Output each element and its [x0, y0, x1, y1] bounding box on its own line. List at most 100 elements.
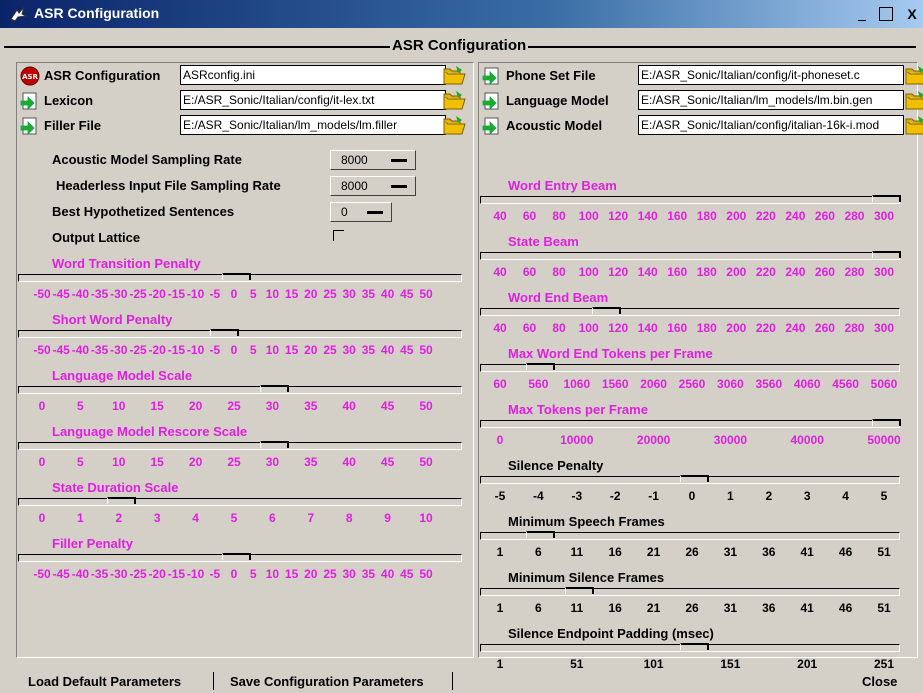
slider-track[interactable] [480, 531, 900, 540]
tick-label: 15 [284, 567, 299, 581]
slider-track[interactable] [480, 307, 900, 316]
tick-label: 201 [797, 657, 818, 671]
chevron-down-icon [391, 185, 407, 188]
slider-ticks: 0 5 10 15 20 25 30 35 40 45 50 [0, 399, 923, 415]
tick-label: 1 [496, 545, 504, 559]
svg-text:ASR: ASR [22, 73, 38, 81]
close-window-button[interactable]: X [901, 4, 923, 24]
tick-label: 11 [570, 601, 584, 615]
file-path-field[interactable]: E:/ASR_Sonic/Italian/config/italian-16k-… [638, 115, 904, 135]
tick-label: 4060 [793, 377, 821, 391]
slider-thumb[interactable] [872, 251, 901, 258]
tick-label: 120 [608, 265, 629, 279]
file-row: Acoustic Model E:/ASR_Sonic/Italian/confi… [482, 114, 923, 138]
tick-label: -1 [648, 489, 659, 503]
slider-ticks: -50 -45 -40 -35 -30 -25 -20 -15 -10 -5 0 5 10 15 20 25 3… [0, 567, 923, 583]
tick-label: 2560 [678, 377, 706, 391]
file-label: ASR Configuration [44, 68, 161, 83]
tick-label: -10 [186, 287, 205, 301]
tick-label: 35 [361, 287, 376, 301]
tick-label: 101 [643, 657, 664, 671]
tick-label: 10 [265, 567, 280, 581]
slider-thumb[interactable] [872, 195, 901, 202]
tick-label: -35 [90, 287, 109, 301]
sampling-dropdown[interactable]: 8000 [330, 176, 416, 196]
folder-open-icon[interactable] [442, 89, 466, 111]
slider-label: Silence Endpoint Padding (msec) [508, 626, 714, 641]
tick-label: 9 [384, 511, 391, 525]
file-path-field[interactable]: ASRconfig.ini [180, 65, 446, 85]
slider-thumb[interactable] [564, 587, 594, 594]
tick-label: 25 [227, 399, 241, 413]
tick-label: 51 [877, 545, 891, 559]
slider-track[interactable] [480, 363, 900, 372]
folder-open-icon[interactable] [904, 64, 923, 86]
folder-open-icon[interactable] [442, 114, 466, 136]
file-path-field[interactable]: E:/ASR_Sonic/Italian/config/it-lex.txt [180, 90, 446, 110]
close-button[interactable]: Close [862, 674, 897, 689]
slider-thumb[interactable] [526, 363, 556, 370]
output-lattice-checkbox[interactable] [333, 230, 344, 241]
tick-label: -4 [533, 489, 544, 503]
tick-label: 40 [342, 399, 356, 413]
tick-label: 51 [877, 601, 891, 615]
tick-label: 0 [230, 567, 238, 581]
file-path-field[interactable]: E:/ASR_Sonic/Italian/lm_models/lm.filler [180, 115, 446, 135]
tick-label: 1 [496, 657, 504, 671]
slider-label: Silence Penalty [508, 458, 604, 473]
folder-open-icon[interactable] [904, 89, 923, 111]
tick-label: 45 [400, 567, 414, 581]
tick-label: 240 [785, 209, 806, 223]
tick-label: -20 [148, 343, 166, 357]
tick-label: 35 [361, 567, 376, 581]
tick-label: 1560 [601, 377, 629, 391]
tick-label: 0 [496, 433, 504, 447]
tick-label: 4 [192, 511, 199, 525]
tick-label: 5 [249, 343, 257, 357]
tick-label: 31 [723, 545, 738, 559]
slider-track[interactable] [480, 251, 901, 260]
dropdown-value: 8000 [341, 179, 368, 193]
slider-thumb[interactable] [526, 531, 556, 538]
file-path-field[interactable]: E:/ASR_Sonic/Italian/lm_models/lm.bin.ge… [638, 90, 904, 110]
tick-label: -10 [186, 343, 205, 357]
slider-track[interactable] [480, 587, 900, 596]
slider-thumb[interactable] [591, 307, 621, 314]
slider-track[interactable] [480, 475, 900, 484]
tick-label: 21 [646, 545, 661, 559]
folder-open-icon[interactable] [442, 64, 466, 86]
tick-label: 51 [570, 657, 584, 671]
slider-track[interactable] [480, 419, 901, 428]
tick-label: 6 [269, 511, 276, 525]
minimize-button[interactable]: _ [851, 4, 873, 24]
sampling-dropdown[interactable]: 8000 [330, 150, 416, 170]
tick-label: 260 [814, 265, 835, 279]
slider-thumb[interactable] [680, 643, 709, 650]
tick-label: 40 [493, 265, 507, 279]
load-default-parameters-button[interactable]: Load Default Parameters [28, 674, 181, 689]
chevron-down-icon [391, 159, 407, 162]
slider-track[interactable] [480, 643, 900, 652]
slider-track[interactable] [480, 195, 901, 204]
folder-open-icon[interactable] [904, 114, 923, 136]
slider-ticks: -5 -4 -3 -2 -1 0 1 2 3 4 5 [0, 489, 923, 505]
tick-label: 30 [342, 287, 356, 301]
tick-label: 11 [570, 545, 584, 559]
tick-label: 140 [637, 265, 658, 279]
save-configuration-parameters-button[interactable]: Save Configuration Parameters [230, 674, 424, 689]
slider-ticks: 40 60 80 100 120 140 160 180 200 220 240 260 280 300 [0, 321, 923, 337]
file-path-field[interactable]: E:/ASR_Sonic/Italian/config/it-phoneset.… [638, 65, 904, 85]
tick-label: -20 [148, 287, 166, 301]
tick-label: 260 [814, 209, 835, 223]
tick-label: 35 [304, 455, 318, 469]
slider-thumb[interactable] [680, 475, 709, 482]
tick-label: 220 [755, 321, 776, 335]
tick-label: 40000 [790, 433, 824, 447]
frame-title: ASR Configuration [390, 37, 529, 54]
tick-label: -20 [148, 567, 166, 581]
tick-label: 36 [762, 545, 776, 559]
slider-thumb[interactable] [872, 419, 901, 426]
maximize-button[interactable] [879, 7, 893, 21]
file-row: Filler File E:/ASR_Sonic/Italian/lm_model… [20, 114, 466, 138]
tick-label: 6 [535, 545, 542, 559]
